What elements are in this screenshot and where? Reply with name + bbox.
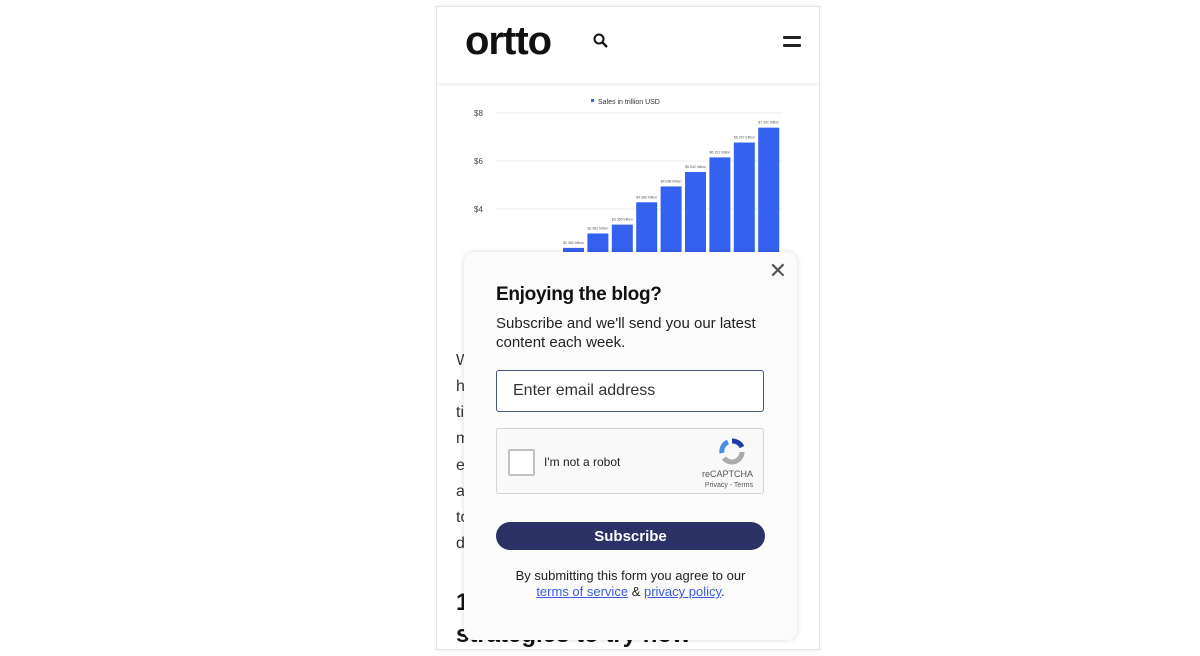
y-tick-label: $4 [474, 205, 483, 214]
popup-subtitle: Subscribe and we'll send you our latest … [496, 315, 756, 351]
close-icon[interactable]: ✕ [769, 258, 787, 284]
y-tick-label: $8 [474, 109, 483, 118]
recaptcha-widget: I'm not a robot reCAPTCHA Privacy - Term… [496, 428, 764, 494]
hamburger-menu-icon[interactable] [783, 36, 801, 52]
data-label: $2.982 trillion [587, 226, 608, 230]
recaptcha-links[interactable]: Privacy - Terms [705, 482, 753, 489]
ortto-logo[interactable]: ortto [465, 19, 552, 64]
data-label: $2.382 trillion [563, 241, 584, 245]
privacy-policy-link[interactable]: privacy policy [644, 584, 721, 599]
period: . [721, 584, 725, 599]
recaptcha-logo-icon [719, 438, 745, 465]
data-label: $4.280 trillion [636, 195, 657, 199]
data-label: $3.354 trillion [612, 218, 633, 222]
terms-of-service-link[interactable]: terms of service [536, 584, 628, 599]
legend-marker [591, 99, 594, 102]
y-tick-label: $6 [474, 157, 483, 166]
legal-text: By submitting this form you agree to our… [484, 568, 777, 600]
data-label: $5.542 trillion [685, 165, 706, 169]
ampersand: & [631, 584, 641, 599]
data-label: $6.767 trillion [734, 136, 755, 140]
recaptcha-brand: reCAPTCHA [701, 469, 753, 479]
subscribe-popup: ✕ Enjoying the blog? Subscribe and we'll… [464, 252, 797, 640]
subscribe-button[interactable]: Subscribe [496, 522, 765, 550]
recaptcha-label: I'm not a robot [544, 455, 621, 469]
legend-label: Sales in trillion USD [598, 99, 660, 106]
data-label: $4.938 trillion [661, 179, 682, 183]
email-input[interactable] [496, 370, 764, 412]
popup-title: Enjoying the blog? [496, 284, 662, 305]
paragraph-line: ti [456, 404, 464, 421]
data-label: $6.151 trillion [709, 150, 730, 154]
search-icon[interactable] [593, 33, 609, 49]
legal-prefix: By submitting this form you agree to our [515, 568, 746, 583]
recaptcha-checkbox[interactable] [508, 449, 535, 476]
site-header: ortto [437, 7, 819, 83]
data-label: $7.391 trillion [758, 121, 779, 125]
